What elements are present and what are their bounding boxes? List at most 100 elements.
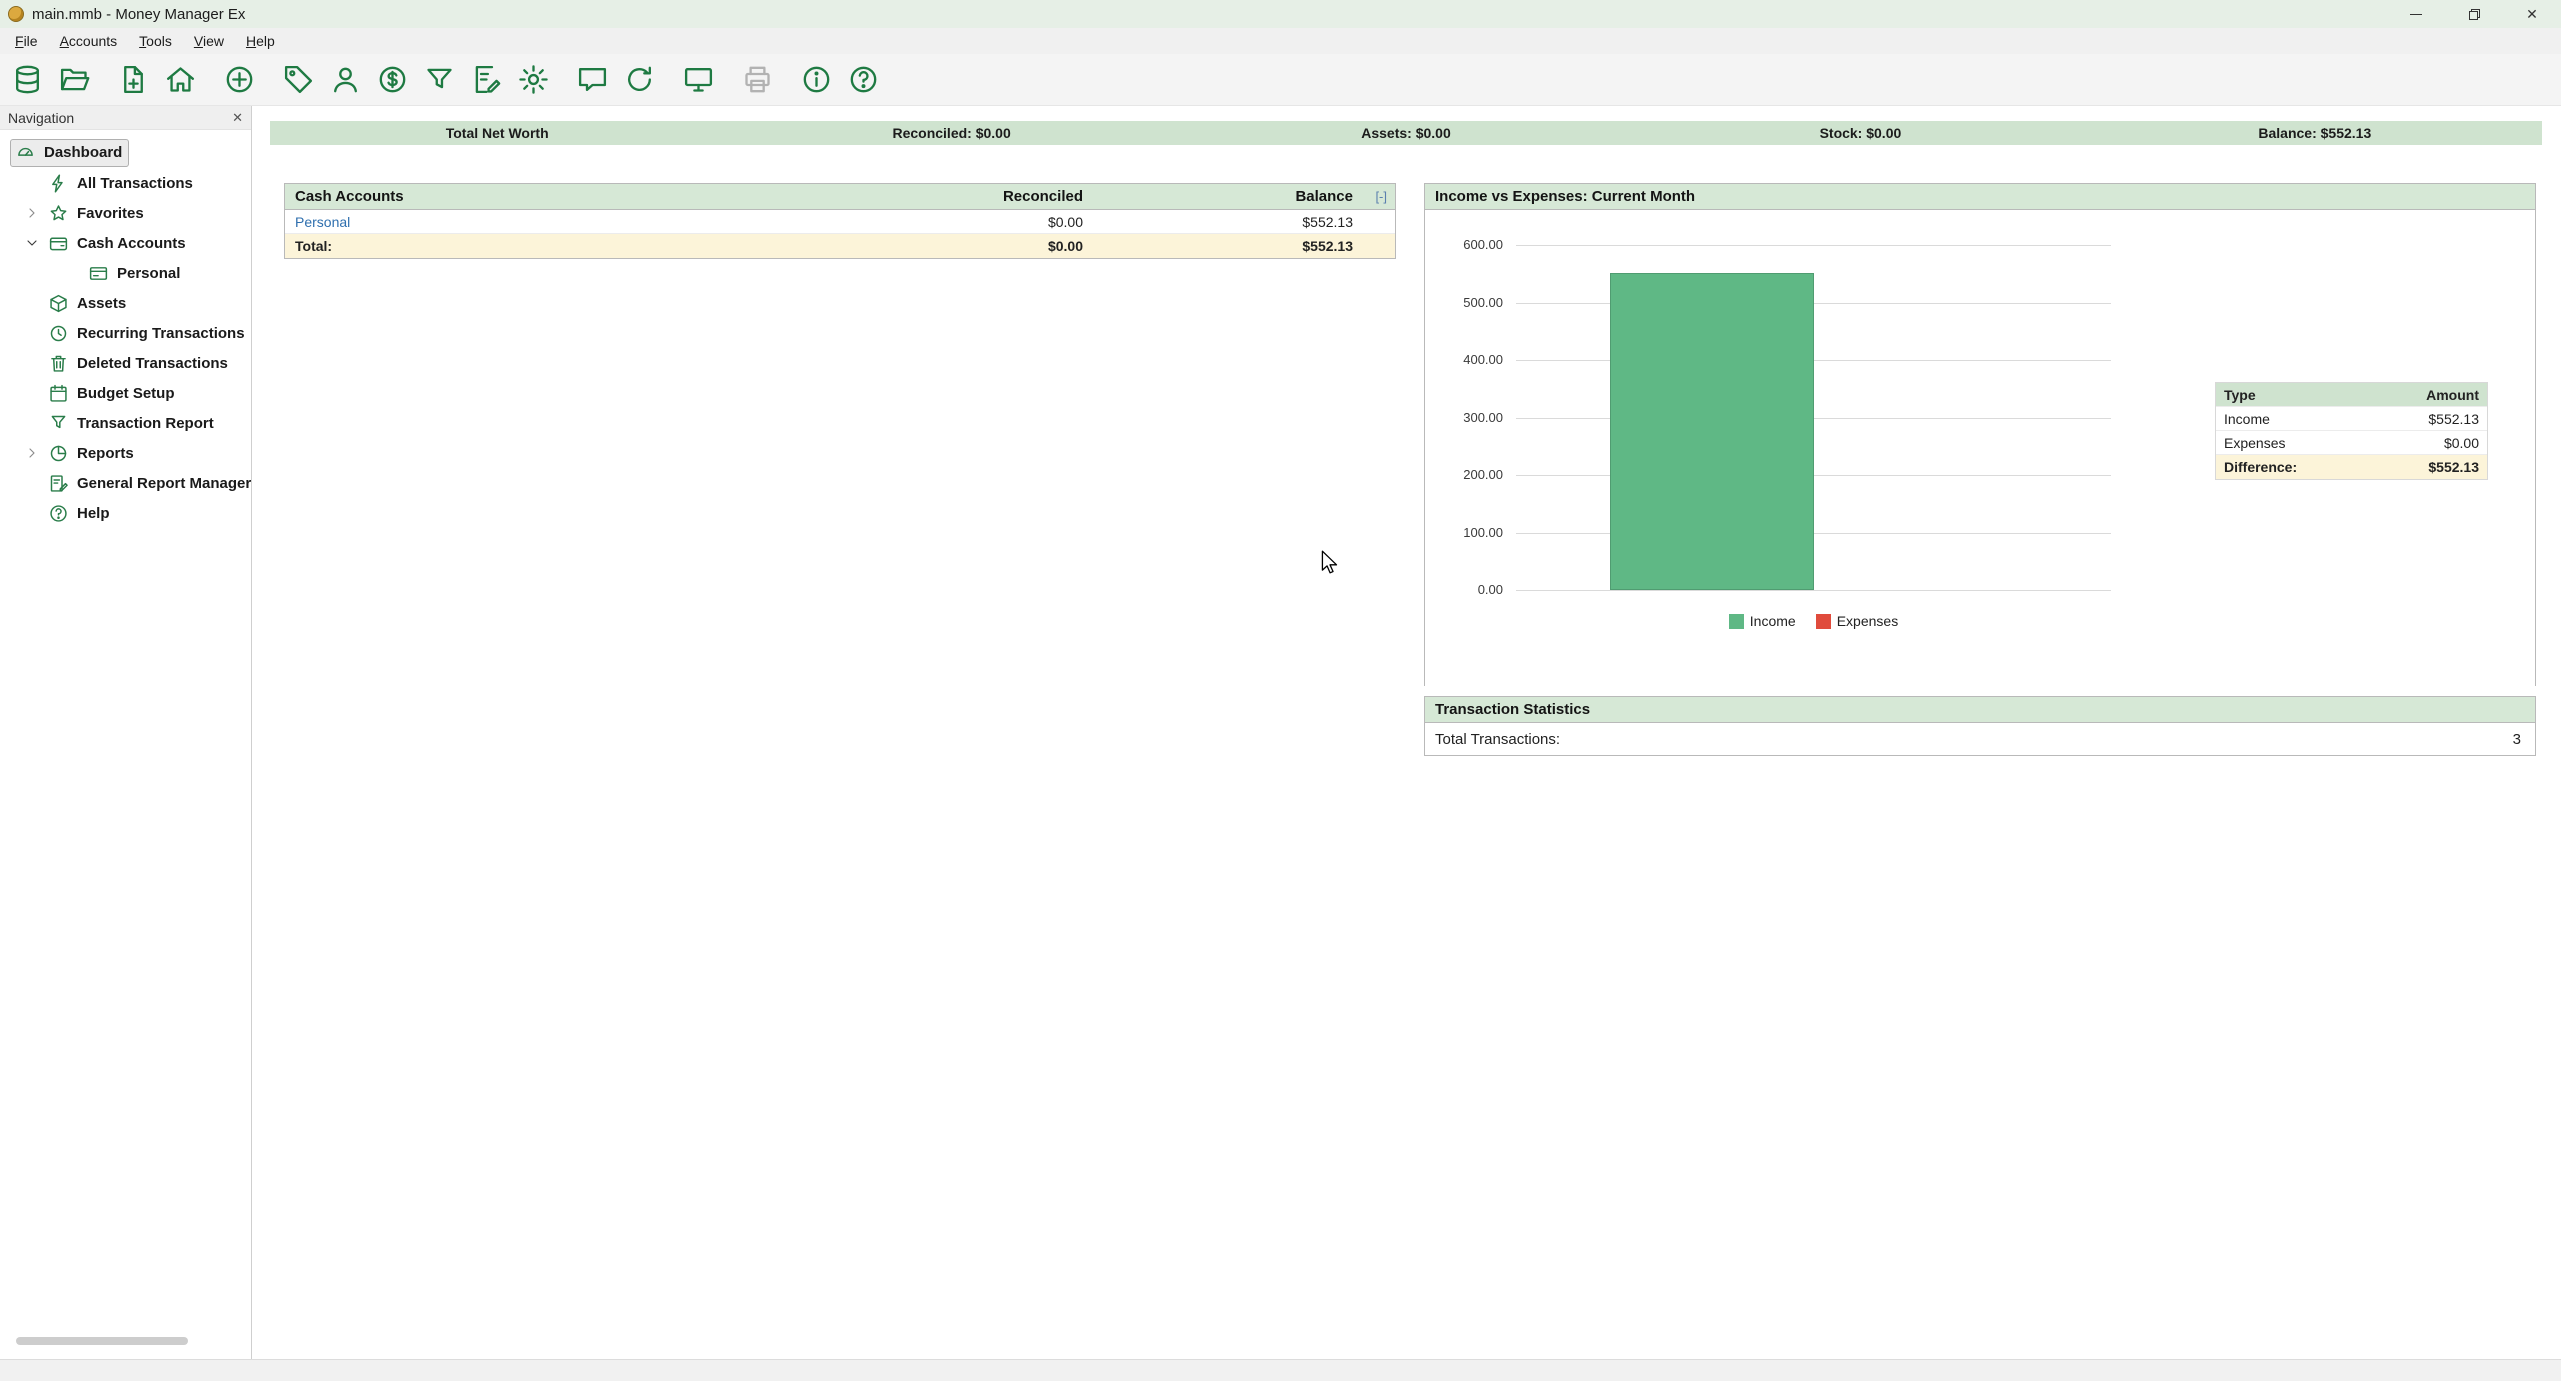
payees-button[interactable] (322, 57, 369, 103)
y-axis-tick-label: 400.00 (1425, 352, 1503, 367)
income-bar (1610, 273, 1814, 590)
currency-button[interactable] (369, 57, 416, 103)
recurring-icon (48, 323, 69, 344)
sidebar-horizontal-scrollbar[interactable] (4, 1337, 247, 1345)
window-title: main.mmb - Money Manager Ex (32, 6, 245, 23)
legend-label: Expenses (1837, 613, 1898, 629)
collapse-link[interactable]: [-] (1353, 189, 1387, 204)
sidebar-item-help[interactable]: Help (0, 498, 251, 528)
reports-icon (48, 443, 69, 464)
title-bar: main.mmb - Money Manager Ex ✕ (0, 0, 2561, 28)
y-axis-tick-label: 100.00 (1425, 525, 1503, 540)
status-bar (0, 1359, 2561, 1381)
monitor-icon (682, 63, 715, 96)
legend-swatch (1729, 614, 1744, 629)
type-cell: Difference: (2224, 459, 2297, 475)
chart-panel-header: Income vs Expenses: Current Month (1425, 184, 2535, 210)
sidebar-item-cash-accounts[interactable]: Cash Accounts (0, 228, 251, 258)
transactions-icon (48, 173, 69, 194)
workspace: Navigation ✕ DashboardAll TransactionsFa… (0, 106, 2561, 1359)
feedback-button[interactable] (569, 57, 616, 103)
bubble-icon (576, 63, 609, 96)
minimize-button[interactable] (2387, 0, 2445, 28)
menu-tools[interactable]: Tools (128, 28, 183, 54)
summary-item-4: Balance: $552.13 (2088, 125, 2542, 141)
new-transaction-button[interactable] (216, 57, 263, 103)
restore-button[interactable] (2445, 0, 2503, 28)
menu-file[interactable]: File (4, 28, 49, 54)
sidebar-item-reports[interactable]: Reports (0, 438, 251, 468)
sidebar-item-dashboard[interactable]: Dashboard (0, 138, 251, 168)
dashboard-icon (15, 142, 36, 163)
column-header-reconciled: Reconciled (823, 188, 1083, 205)
assets-icon (48, 293, 69, 314)
column-header-type: Type (2224, 387, 2256, 403)
sidebar-item-label: Reports (77, 445, 134, 462)
balance-value: $552.13 (1083, 238, 1353, 254)
new-database-button[interactable] (4, 57, 51, 103)
menu-help[interactable]: Help (235, 28, 286, 54)
summary-item-0: Total Net Worth (270, 125, 724, 141)
legend-item-expenses: Expenses (1816, 613, 1898, 629)
account-link[interactable]: Personal (295, 214, 823, 230)
budget-edit-button[interactable] (463, 57, 510, 103)
categories-button[interactable] (275, 57, 322, 103)
home-icon (164, 63, 197, 96)
sidebar-item-assets[interactable]: Assets (0, 288, 251, 318)
stats-label: Total Transactions: (1435, 731, 1560, 748)
navigation-close-icon[interactable]: ✕ (232, 110, 243, 126)
help-button[interactable] (840, 57, 887, 103)
stats-row: Total Transactions: 3 (1425, 723, 2535, 755)
sidebar-item-label: Cash Accounts (77, 235, 186, 252)
y-axis-tick-label: 0.00 (1425, 582, 1503, 597)
y-axis-tick-label: 500.00 (1425, 295, 1503, 310)
summary-item-2: Assets: $0.00 (1179, 125, 1633, 141)
folder-open-icon (58, 63, 91, 96)
menu-accounts[interactable]: Accounts (49, 28, 129, 54)
view-mode-button[interactable] (675, 57, 722, 103)
sidebar-item-all-transactions[interactable]: All Transactions (0, 168, 251, 198)
menu-label: Help (246, 33, 275, 49)
chevron-right-icon[interactable] (16, 445, 48, 461)
minimize-icon (2410, 14, 2422, 15)
help-circle-icon (847, 63, 880, 96)
app-icon (8, 6, 24, 22)
amount-cell: $552.13 (2428, 411, 2479, 427)
open-database-button[interactable] (51, 57, 98, 103)
check-updates-button[interactable] (616, 57, 663, 103)
menu-view[interactable]: View (183, 28, 235, 54)
about-button[interactable] (793, 57, 840, 103)
table-row: Expenses$0.00 (2216, 431, 2487, 455)
sidebar-item-favorites[interactable]: Favorites (0, 198, 251, 228)
table-row: Difference:$552.13 (2216, 455, 2487, 479)
edit-icon (470, 63, 503, 96)
net-worth-summary-bar: Total Net WorthReconciled: $0.00Assets: … (270, 121, 2542, 145)
gridline (1516, 590, 2111, 591)
circle-plus-icon (223, 63, 256, 96)
sidebar-item-label: Transaction Report (77, 415, 214, 432)
transaction-filter-button[interactable] (416, 57, 463, 103)
menu-bar: FileAccountsToolsView Help (0, 28, 2561, 54)
sidebar-item-personal[interactable]: Personal (0, 258, 251, 288)
sidebar-item-transaction-report[interactable]: Transaction Report (0, 408, 251, 438)
panel-title: Cash Accounts (295, 188, 823, 205)
new-account-button[interactable] (110, 57, 157, 103)
amount-cell: $0.00 (2444, 435, 2479, 451)
sidebar-item-budget-setup[interactable]: Budget Setup (0, 378, 251, 408)
scrollbar-thumb[interactable] (16, 1337, 188, 1345)
chevron-right-icon[interactable] (16, 205, 48, 221)
home-page-button[interactable] (157, 57, 204, 103)
sidebar-item-recurring-transactions[interactable]: Recurring Transactions (0, 318, 251, 348)
y-axis-tick-label: 600.00 (1425, 237, 1503, 252)
chevron-down-icon[interactable] (16, 235, 48, 251)
options-button[interactable] (510, 57, 557, 103)
close-button[interactable]: ✕ (2503, 0, 2561, 28)
sidebar-item-general-report-manager[interactable]: General Report Manager (0, 468, 251, 498)
sidebar-item-deleted-transactions[interactable]: Deleted Transactions (0, 348, 251, 378)
stats-panel-header: Transaction Statistics (1425, 697, 2535, 723)
restore-icon (2468, 8, 2481, 21)
bar-chart: 0.00100.00200.00300.00400.00500.00600.00… (1425, 210, 2535, 686)
main-area: Total Net WorthReconciled: $0.00Assets: … (252, 106, 2561, 1359)
gridline (1516, 533, 2111, 534)
favorites-icon (48, 203, 69, 224)
